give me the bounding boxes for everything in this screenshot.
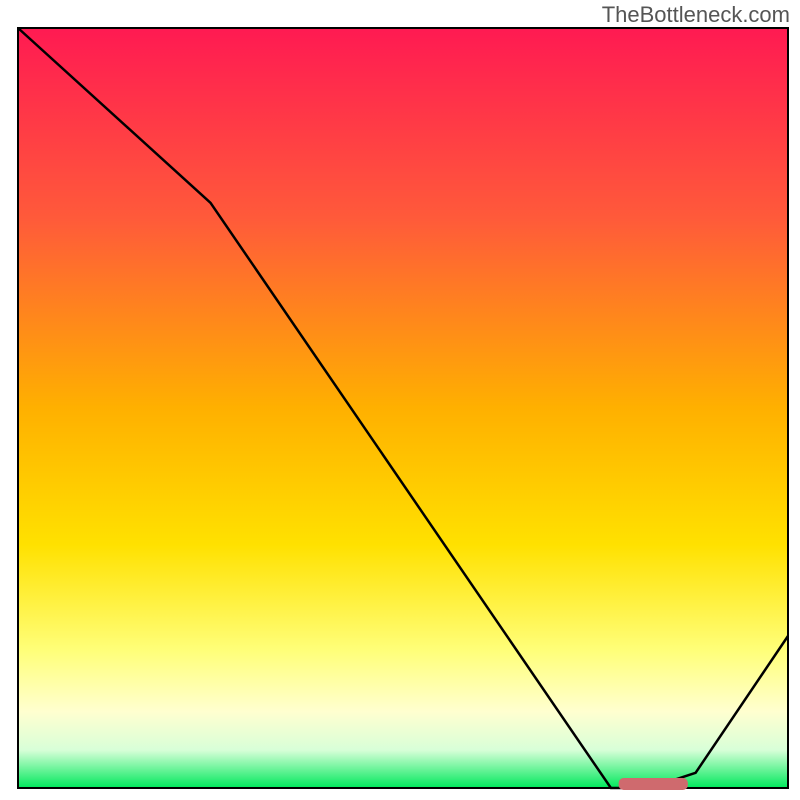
chart-svg [0, 0, 800, 800]
optimal-range-marker [619, 778, 688, 790]
watermark-text: TheBottleneck.com [602, 2, 790, 28]
plot-background [18, 28, 788, 788]
chart-container: TheBottleneck.com [0, 0, 800, 800]
